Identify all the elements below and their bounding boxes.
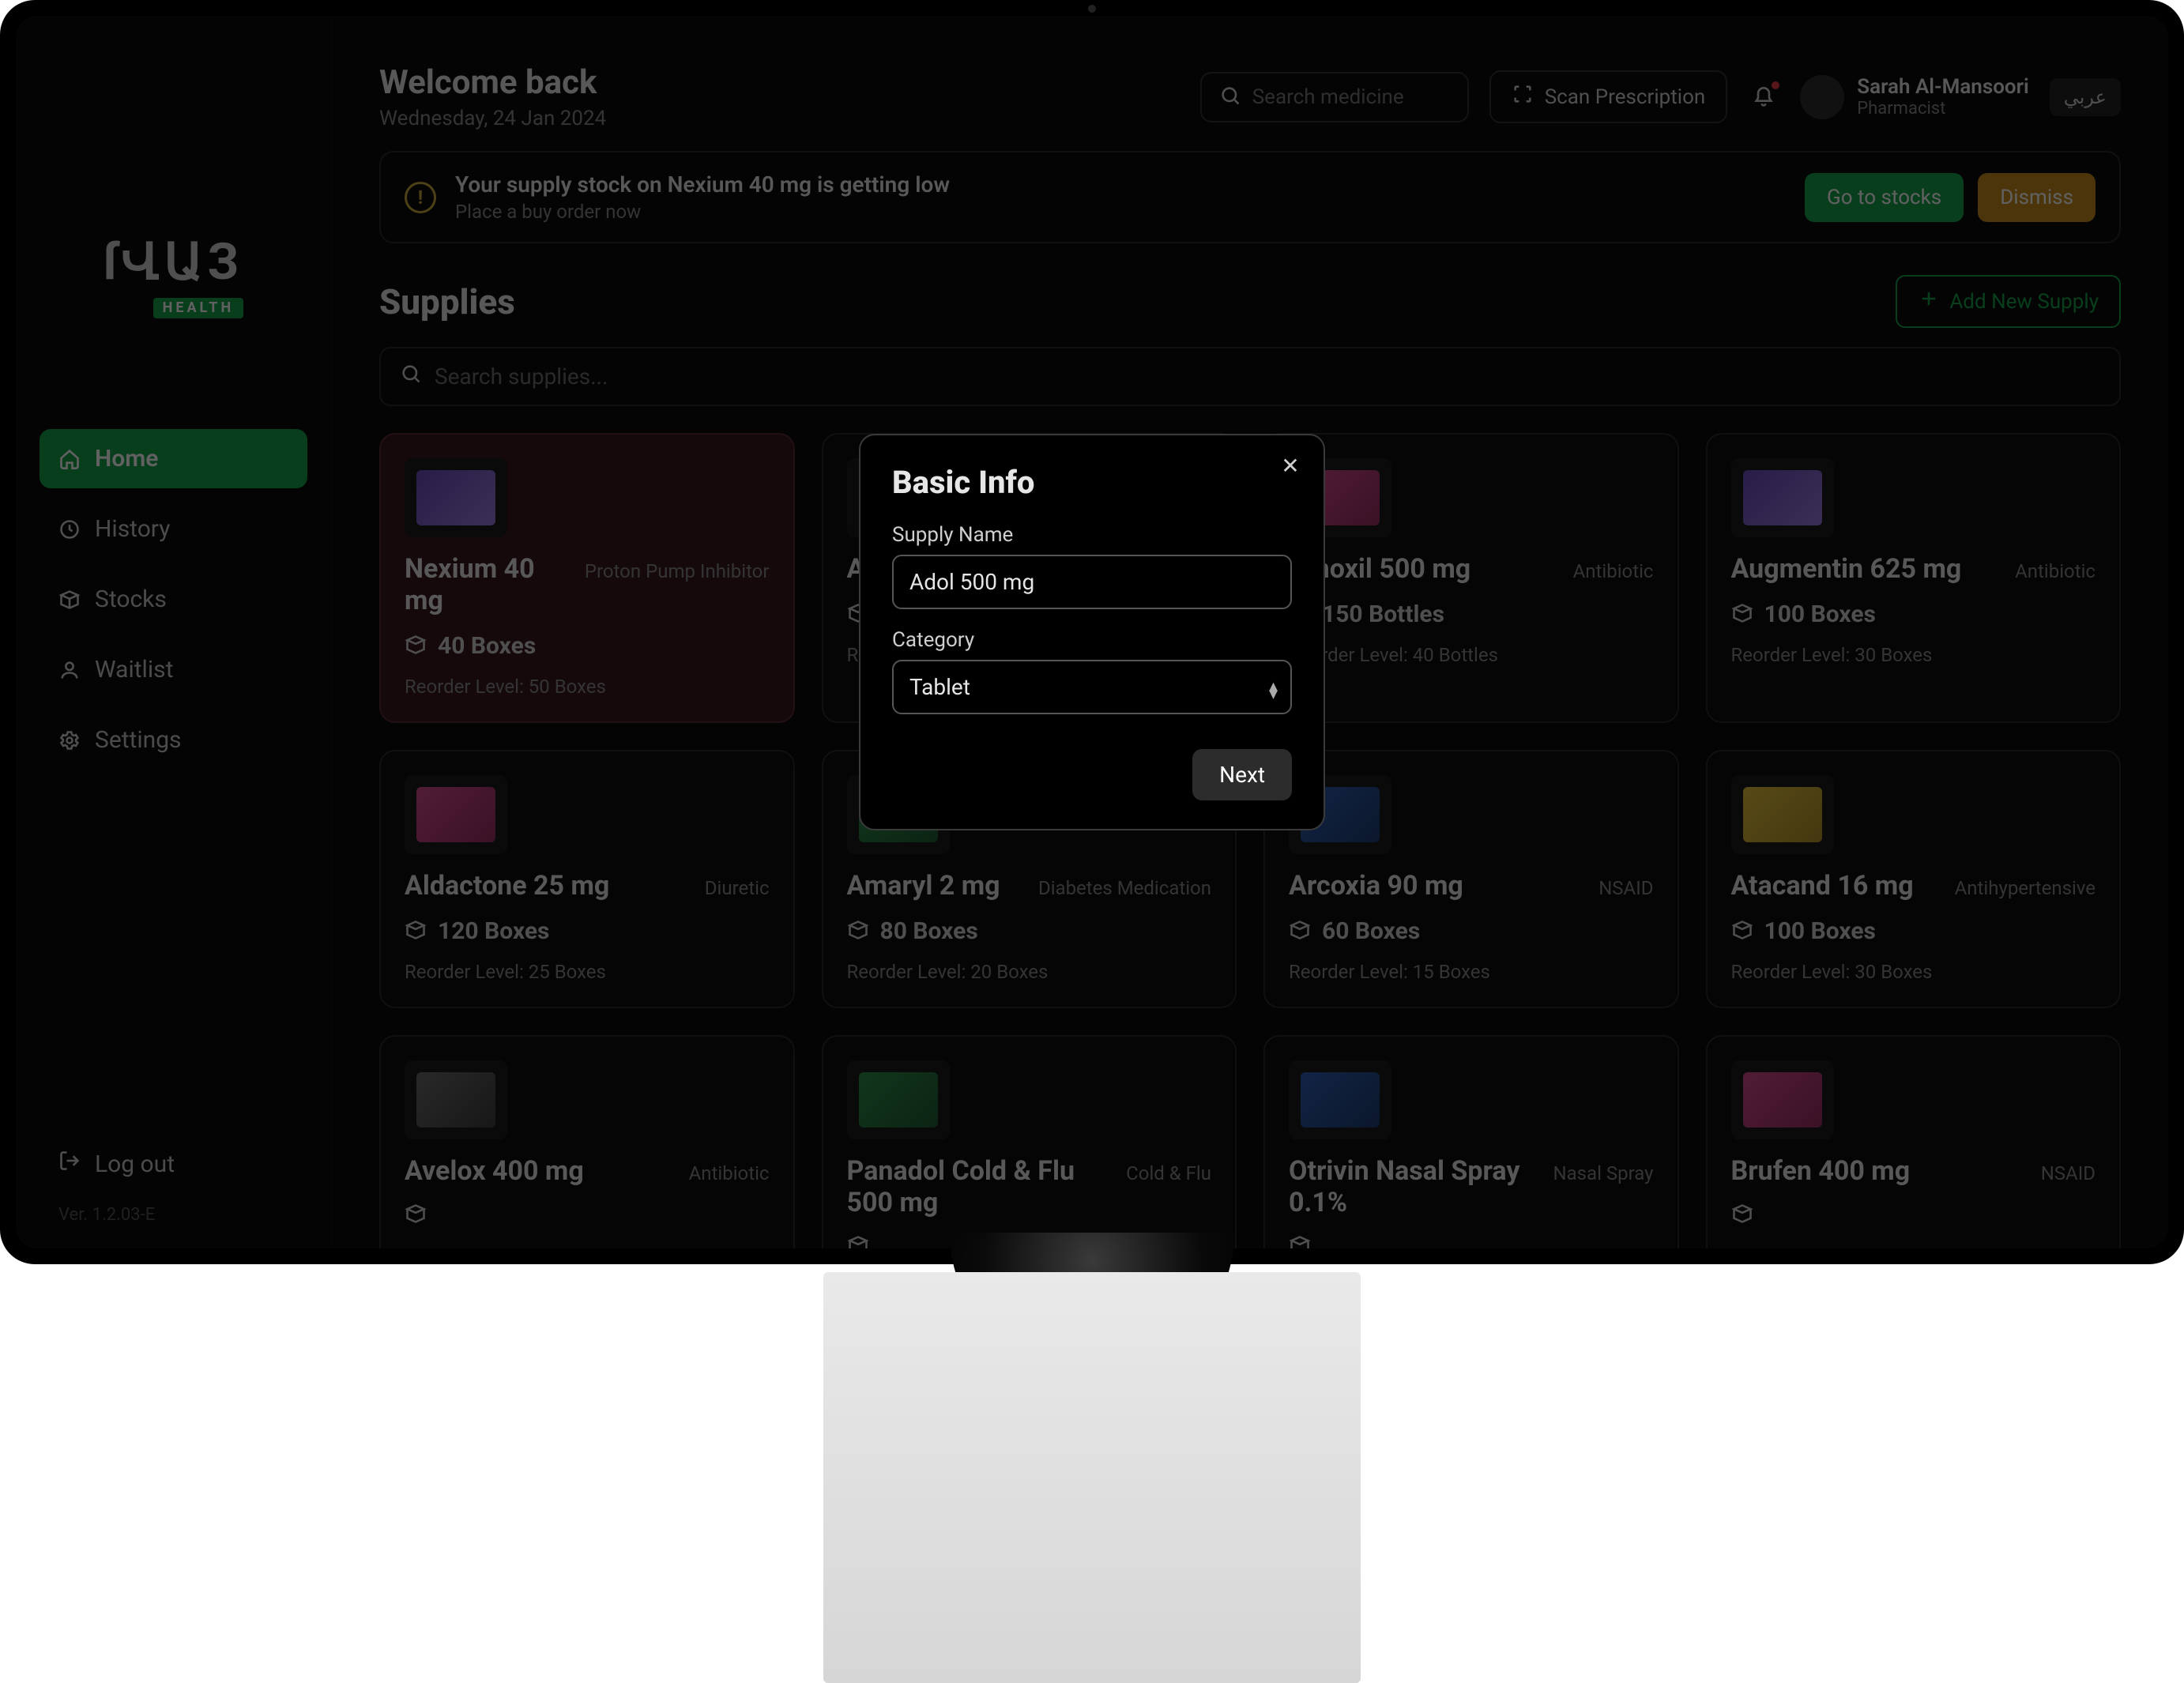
add-supply-modal: ✕ Basic Info Supply Name Category ▴▾ Nex… (859, 434, 1325, 830)
modal-title: Basic Info (892, 464, 1292, 501)
supply-name-label: Supply Name (892, 523, 1292, 547)
close-icon: ✕ (1281, 453, 1299, 479)
category-select[interactable] (892, 660, 1292, 714)
modal-next-button[interactable]: Next (1192, 749, 1292, 800)
camera-notch (1088, 5, 1096, 13)
monitor-stand (823, 1272, 1361, 1683)
supply-name-input[interactable] (892, 555, 1292, 609)
category-label: Category (892, 628, 1292, 652)
modal-close-button[interactable]: ✕ (1278, 453, 1303, 478)
monitor-bezel: ſՎԱЗ HEALTH Home (0, 0, 2184, 1264)
screen: ſՎԱЗ HEALTH Home (16, 16, 2168, 1248)
